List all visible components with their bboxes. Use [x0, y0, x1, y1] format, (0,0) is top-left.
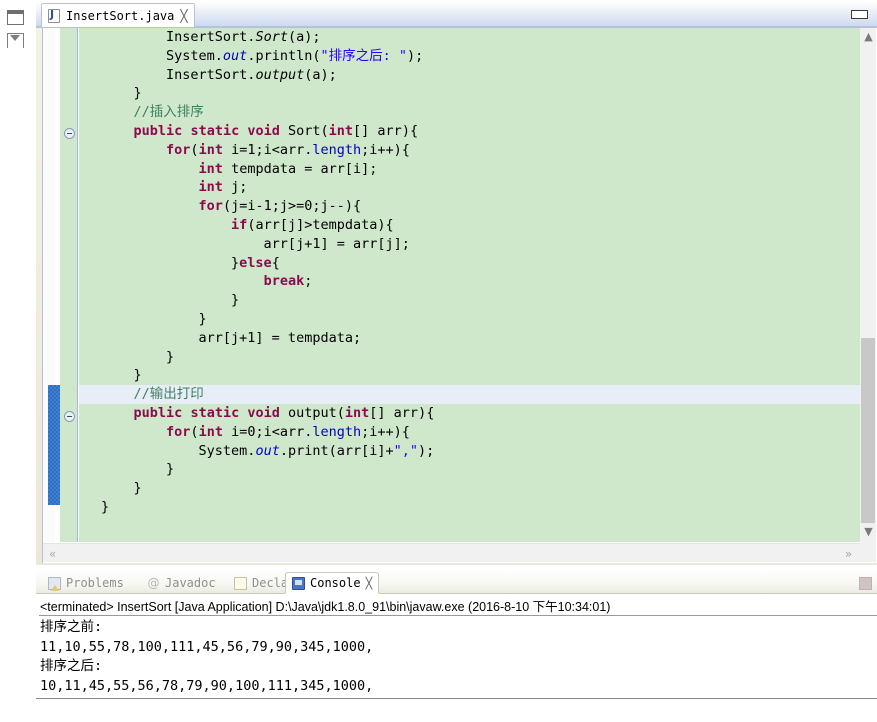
editor-tab-label: InsertSort.java [66, 8, 175, 23]
restore-window-icon[interactable] [7, 10, 24, 25]
scroll-right-icon[interactable]: » [841, 546, 856, 561]
code-line: System.out.println("排序之后: "); [101, 47, 424, 64]
code-line: } [101, 348, 175, 365]
code-line: arr[j+1] = tempdata; [101, 329, 362, 346]
java-file-icon [48, 8, 60, 23]
occurrence-marker[interactable] [48, 385, 60, 505]
code-line: } [101, 498, 110, 515]
scroll-thumb[interactable] [861, 338, 875, 523]
status-bar-divider [36, 698, 877, 699]
collapse-marker-sort[interactable] [64, 128, 75, 139]
code-line: System.out.print(arr[i]+","); [101, 442, 435, 459]
problems-icon [48, 576, 61, 591]
code-line: for(j=i-1;j>=0;j--){ [198, 198, 362, 215]
console-process-label: <terminated> InsertSort [Java Applicatio… [40, 600, 611, 614]
close-icon[interactable]: ╳ [366, 577, 373, 590]
code-line: int tempdata = arr[i]; [198, 160, 378, 177]
code-line: } [101, 461, 175, 478]
code-line: int j; [198, 179, 248, 196]
code-line: break; [263, 273, 313, 290]
code-line: } [101, 367, 142, 384]
tab-problems-label: Problems [66, 576, 124, 590]
code-line: public static void Sort(int[] arr){ [133, 122, 419, 139]
editor-tab-insertsort[interactable]: InsertSort.java ╳ [41, 3, 195, 27]
eclipse-ide-window: InsertSort.java ╳ InsertSort.Sort(a); Sy… [0, 0, 877, 722]
editor-horizontal-scrollbar[interactable]: « » [43, 543, 860, 562]
collapse-marker-output[interactable] [64, 411, 75, 422]
console-output-text: 排序之前: 11,10,55,78,100,111,45,56,79,90,34… [40, 619, 374, 694]
code-line: }else{ [101, 254, 280, 271]
code-line: InsertSort.output(a); [101, 66, 337, 83]
console-scroll-thumb[interactable] [859, 577, 872, 590]
tab-console-label: Console [310, 576, 361, 590]
javadoc-icon: @ [147, 575, 160, 590]
code-line: for(int i=0;i<arr.length;i++){ [166, 423, 410, 440]
scroll-down-icon[interactable]: ▼ [861, 524, 876, 539]
source-editor[interactable]: InsertSort.Sort(a); System.out.println("… [43, 28, 876, 562]
left-fast-view-bar [0, 0, 30, 570]
minimize-icon[interactable] [851, 10, 868, 19]
tab-javadoc[interactable]: @ Javadoc [141, 572, 222, 594]
folding-margin[interactable] [60, 28, 78, 542]
code-line: for(int i=1;i<arr.length;i++){ [166, 141, 410, 158]
scroll-up-icon[interactable]: ▲ [861, 29, 876, 44]
tab-problems[interactable]: Problems [42, 572, 130, 594]
chevron-down-icon[interactable] [7, 33, 24, 48]
code-line: } [101, 292, 240, 309]
editor-vertical-scrollbar[interactable]: ▲ ▼ [860, 28, 876, 562]
declaration-icon [234, 576, 247, 590]
code-line: public static void output(int[] arr){ [133, 404, 435, 421]
bottom-view-panel: Problems @ Javadoc Declaration Console ╳… [36, 570, 877, 720]
annotation-ruler[interactable] [43, 28, 60, 542]
code-line: //输出打印 [79, 385, 860, 404]
console-divider [39, 615, 877, 616]
code-line: } [101, 480, 142, 497]
code-text[interactable]: InsertSort.Sort(a); System.out.println("… [79, 28, 860, 542]
tab-console[interactable]: Console ╳ [285, 572, 380, 594]
code-line: InsertSort.Sort(a); [101, 29, 321, 45]
console-icon [292, 576, 305, 590]
close-icon[interactable]: ╳ [180, 10, 187, 22]
code-line: } [101, 85, 142, 102]
tab-javadoc-label: Javadoc [165, 576, 216, 590]
code-line: } [101, 310, 207, 327]
code-line: arr[j+1] = arr[j]; [101, 235, 410, 252]
code-line: //插入排序 [133, 104, 204, 121]
scroll-left-icon[interactable]: « [45, 546, 60, 561]
code-line: if(arr[j]>tempdata){ [231, 216, 394, 233]
